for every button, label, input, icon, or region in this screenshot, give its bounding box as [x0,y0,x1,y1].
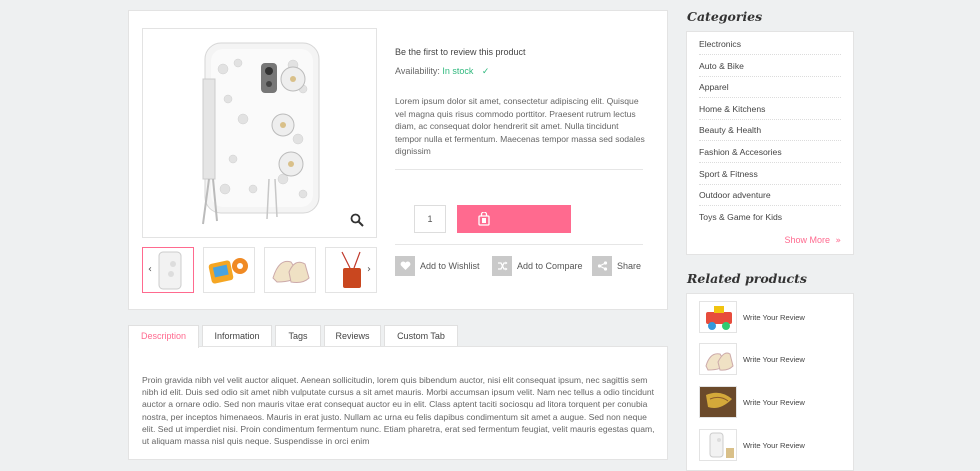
thumbnail-4[interactable]: › [325,247,377,293]
availability-label: Availability: [395,66,440,76]
related-product-item[interactable]: Write Your Review [699,386,805,418]
thumbnail-3[interactable] [264,247,316,293]
zoom-icon[interactable] [350,213,364,227]
share-label: Share [617,261,642,271]
show-more-label: Show More [784,235,830,245]
category-item[interactable]: Auto & Bike [699,55,841,77]
category-item[interactable]: Sport & Fitness [699,163,841,185]
wishlist-label: Add to Wishlist [420,261,480,271]
related-product-item[interactable]: Write Your Review [699,429,805,461]
category-item[interactable]: Apparel [699,76,841,98]
write-review-link[interactable]: Write Your Review [743,313,805,322]
show-more-link[interactable]: Show More » [784,235,841,246]
related-products-panel: Write Your Review Write Your Review Writ… [686,293,854,471]
phone-case-image [202,42,320,225]
divider [395,244,643,245]
related-product-thumb[interactable] [699,343,737,375]
thumbnail-2[interactable] [203,247,255,293]
short-description: Lorem ipsum dolor sit amet, consectetur … [395,96,645,157]
main-product-image[interactable] [142,28,377,238]
related-product-thumb[interactable] [699,301,737,333]
category-item[interactable]: Home & Kitchens [699,98,841,120]
share-icon [592,256,612,276]
tab-description[interactable]: Description [128,325,199,348]
review-link[interactable]: Be the first to review this product [395,47,526,57]
check-icon: ✓ [481,67,490,77]
add-to-cart-button[interactable] [457,205,571,233]
quantity-input[interactable]: 1 [414,205,446,233]
thumbnail-next-arrow[interactable]: › [364,264,374,276]
categories-panel: Electronics Auto & Bike Apparel Home & K… [686,31,854,255]
category-item[interactable]: Outdoor adventure [699,184,841,206]
thumbnail-prev-arrow[interactable]: ‹ [145,264,155,276]
category-item[interactable]: Toys & Game for Kids [699,206,841,228]
category-item[interactable]: Beauty & Health [699,119,841,141]
product-panel: ‹ › Be the first to review this product … [128,10,668,310]
divider [395,169,643,170]
related-product-thumb[interactable] [699,386,737,418]
tab-tags[interactable]: Tags [275,325,321,347]
thumbnail-1[interactable]: ‹ [142,247,194,293]
category-item[interactable]: Electronics [699,33,841,55]
write-review-link[interactable]: Write Your Review [743,398,805,407]
tab-custom[interactable]: Custom Tab [384,325,458,347]
related-product-item[interactable]: Write Your Review [699,343,805,375]
related-products-title: Related products [687,271,807,286]
categories-title: Categories [687,9,763,24]
category-item[interactable]: Fashion & Accesories [699,141,841,163]
tab-content-panel: Proin gravida nibh vel velit auctor aliq… [128,346,668,460]
availability: Availability: In stock ✓ [395,66,489,77]
stock-status: In stock [442,66,474,76]
compare-label: Add to Compare [517,261,583,271]
shoes-thumb [272,260,310,283]
description-text: Proin gravida nibh vel velit auctor aliq… [142,375,655,447]
related-product-thumb[interactable] [699,429,737,461]
write-review-link[interactable]: Write Your Review [743,441,805,450]
tab-reviews[interactable]: Reviews [324,325,381,347]
add-to-wishlist-button[interactable]: Add to Wishlist [395,256,480,276]
heart-icon [395,256,415,276]
double-chevron-right-icon: » [835,236,841,246]
add-to-compare-button[interactable]: Add to Compare [492,256,583,276]
share-button[interactable]: Share [592,256,641,276]
shuffle-icon [492,256,512,276]
tab-information[interactable]: Information [202,325,272,347]
toy-thumb [208,258,248,284]
write-review-link[interactable]: Write Your Review [743,355,805,364]
shopping-bag-icon [478,212,490,226]
related-product-item[interactable]: Write Your Review [699,301,805,333]
